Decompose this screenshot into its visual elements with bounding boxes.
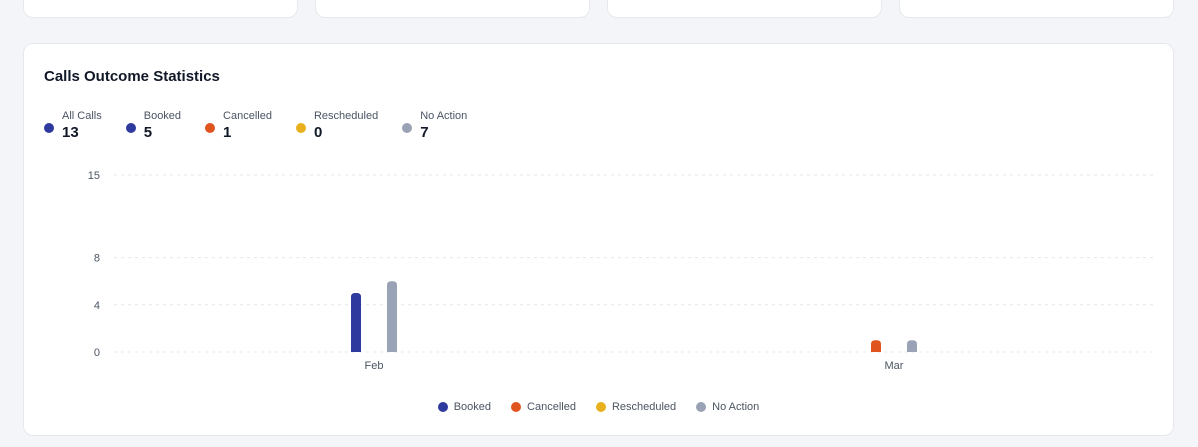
bar-cancelled-mar[interactable] xyxy=(871,340,881,352)
summary-card-2 xyxy=(315,0,590,18)
bar-no-action-mar[interactable] xyxy=(907,340,917,352)
y-tick-label: 4 xyxy=(94,300,100,312)
summary-card-1 xyxy=(23,0,298,18)
bar-no-action-feb[interactable] xyxy=(387,281,397,352)
calls-outcome-panel: Calls Outcome Statistics All Calls 13 Bo… xyxy=(23,43,1174,436)
booked-legend-dot-icon xyxy=(437,402,448,412)
calls-outcome-chart: 0 4 8 15 Feb Mar xyxy=(88,170,1154,372)
legend-item-booked[interactable]: Booked xyxy=(437,401,492,413)
x-tick-label: Feb xyxy=(365,360,384,372)
legend-label: Booked xyxy=(453,401,492,413)
no-action-legend-dot-icon xyxy=(696,402,707,412)
legend-label: Cancelled xyxy=(527,401,576,413)
legend-item-rescheduled[interactable]: Rescheduled xyxy=(595,401,677,413)
y-tick-label: 15 xyxy=(88,170,100,182)
summary-card-3 xyxy=(607,0,882,18)
legend-item-no-action[interactable]: No Action xyxy=(696,401,759,413)
x-tick-label: Mar xyxy=(885,360,904,372)
chart-legend: Booked Cancelled Rescheduled No Action xyxy=(24,401,1173,413)
y-tick-label: 0 xyxy=(94,347,100,359)
y-tick-label: 8 xyxy=(94,253,100,265)
legend-item-cancelled[interactable]: Cancelled xyxy=(511,401,576,413)
legend-label: No Action xyxy=(712,401,760,413)
cancelled-legend-dot-icon xyxy=(511,402,522,412)
rescheduled-legend-dot-icon xyxy=(595,402,606,412)
summary-card-4 xyxy=(899,0,1174,18)
legend-label: Rescheduled xyxy=(611,401,677,413)
bar-booked-feb[interactable] xyxy=(351,293,361,352)
